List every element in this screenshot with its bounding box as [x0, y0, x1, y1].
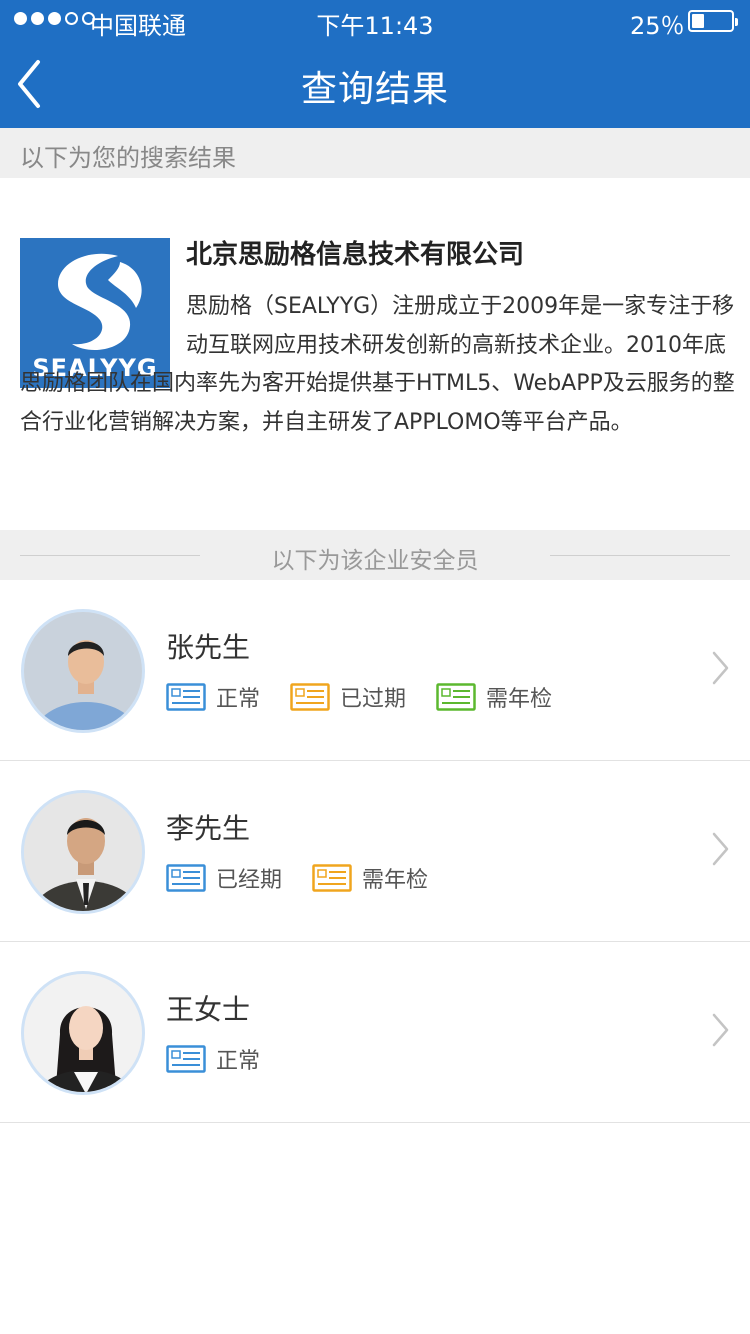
chevron-right-icon[interactable]: [710, 831, 730, 867]
results-section-header: 以下为您的搜索结果: [0, 128, 750, 178]
staff-name: 李先生: [166, 812, 251, 845]
staff-section-label: 以下为该企业安全员: [271, 548, 479, 574]
license-status-label: 正常: [216, 1049, 261, 1074]
battery-percentage: 25％: [630, 12, 685, 40]
license-status-label: 需年检: [362, 868, 429, 893]
license-status-label: 正常: [216, 687, 261, 712]
id-card-icon: [290, 683, 330, 711]
chevron-right-icon[interactable]: [710, 1012, 730, 1048]
license-status-tags: 正常: [166, 1044, 290, 1074]
avatar-photo: [24, 974, 142, 1092]
id-card-icon: [166, 864, 206, 892]
id-card-icon: [312, 864, 352, 892]
license-status-tag: 需年检: [312, 862, 428, 894]
avatar-photo: [24, 612, 142, 730]
staff-row[interactable]: 王女士正常: [0, 942, 750, 1123]
license-status-tags: 已经期 需年检: [166, 863, 458, 893]
avatar: [21, 971, 145, 1095]
app-header: 中国联通 下午11:43 25％ 查询结果: [0, 0, 750, 128]
avatar-photo: [24, 793, 142, 911]
license-status-tag: 需年检: [436, 681, 552, 713]
staff-row[interactable]: 张先生正常 已过期 需年检: [0, 580, 750, 761]
company-description: 思励格（SEALYYG）注册成立于2009年是一家专注于移动互联网应用技术研发创…: [20, 288, 740, 442]
avatar: [21, 609, 145, 733]
company-description-text: 思励格（SEALYYG）注册成立于2009年是一家专注于移动互联网应用技术研发创…: [20, 294, 735, 435]
license-status-label: 需年检: [486, 687, 553, 712]
license-status-label: 已过期: [340, 687, 407, 712]
staff-name: 王女士: [166, 993, 251, 1026]
page-title: 查询结果: [300, 69, 449, 110]
license-status-tag: 正常: [166, 1043, 260, 1075]
results-section-label: 以下为您的搜索结果: [20, 144, 236, 172]
id-card-icon: [166, 683, 206, 711]
id-card-icon: [166, 1045, 206, 1073]
license-status-tags: 正常 已过期 需年检: [166, 682, 582, 712]
license-status-label: 已经期: [216, 868, 283, 893]
staff-row[interactable]: 李先生已经期 需年检: [0, 761, 750, 942]
battery-icon: [688, 10, 738, 32]
company-card: SEALYYG 北京思励格信息技术有限公司 思励格（SEALYYG）注册成立于2…: [0, 178, 750, 530]
chevron-right-icon[interactable]: [710, 650, 730, 686]
staff-name: 张先生: [166, 631, 251, 664]
status-bar: 中国联通 下午11:43 25％: [0, 0, 750, 40]
license-status-tag: 已经期: [166, 862, 282, 894]
license-status-tag: 正常: [166, 681, 260, 713]
company-name: 北京思励格信息技术有限公司: [186, 240, 525, 270]
license-status-tag: 已过期: [290, 681, 406, 713]
avatar: [21, 790, 145, 914]
staff-section-header: 以下为该企业安全员: [0, 530, 750, 580]
id-card-icon: [436, 683, 476, 711]
